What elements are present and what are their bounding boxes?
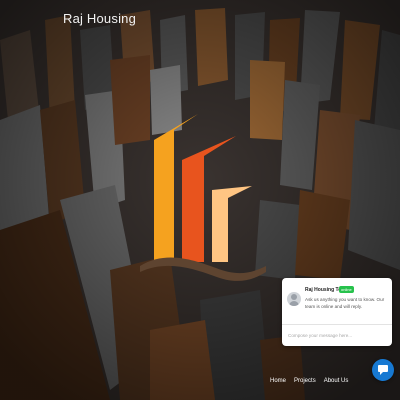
raj-housing-logo [140,114,266,281]
chat-widget: Raj Housing Team online Ask us anything … [282,278,392,346]
avatar-head [291,294,297,300]
site-title[interactable]: Raj Housing [63,11,136,26]
chat-bubble-icon [378,365,388,375]
user-avatar-icon [287,292,301,306]
chat-divider [282,324,392,325]
online-status-badge: online [339,286,354,293]
nav-home-link[interactable]: Home [270,378,286,384]
nav-about-link[interactable]: About Us [324,378,349,384]
nav-projects-link[interactable]: Projects [294,378,316,384]
chat-compose-input[interactable] [288,330,386,340]
chat-header: Raj Housing Team online Ask us anything … [282,278,392,324]
chat-welcome-message: Ask us anything you want to know. Our te… [305,297,385,309]
chat-launcher-button[interactable] [372,359,394,381]
avatar-body [289,301,299,306]
logo-tower-peach [212,186,252,262]
main-nav: Home Projects About Us [270,378,348,384]
